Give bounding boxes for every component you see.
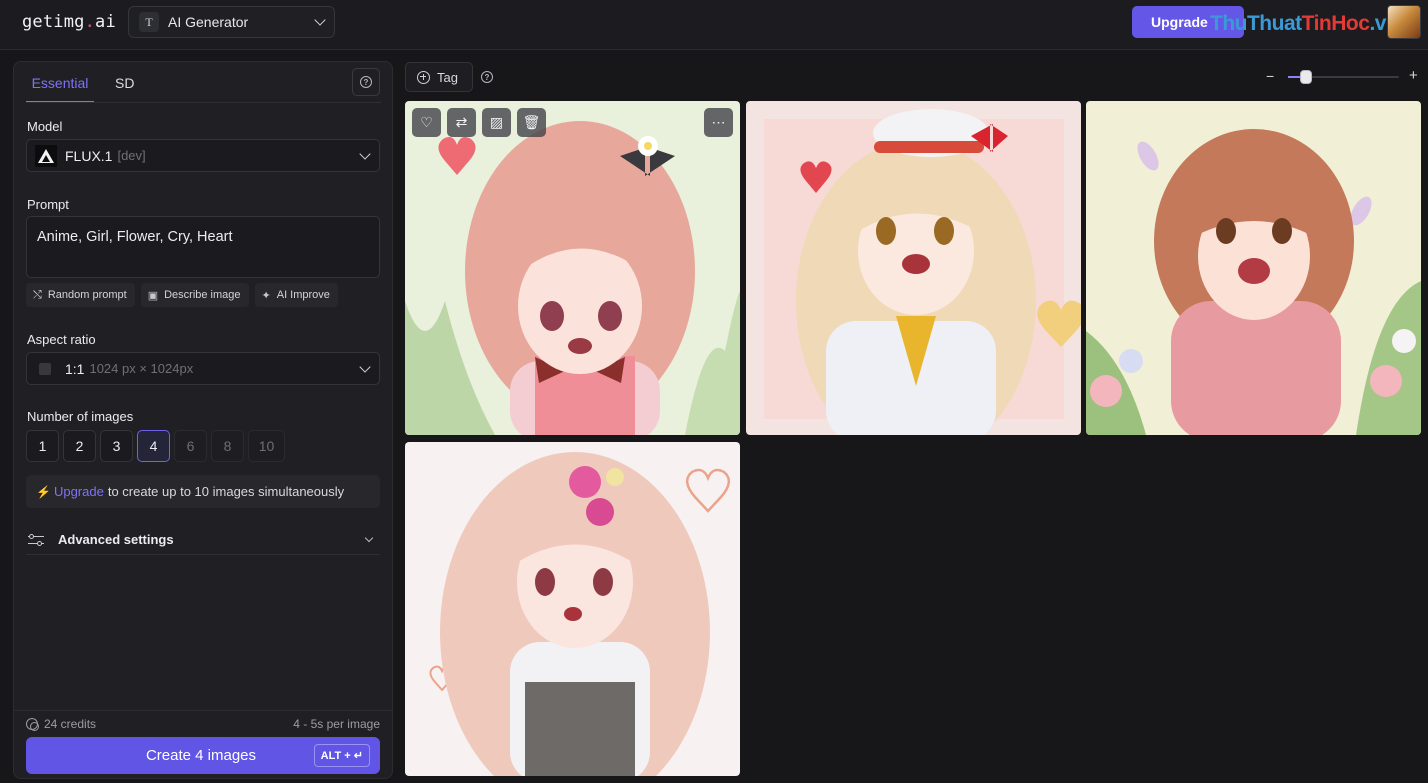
- tab-sd[interactable]: SD: [115, 70, 134, 103]
- logo-tail: ai: [95, 12, 116, 32]
- favorite-heart-icon[interactable]: ♡: [412, 108, 441, 137]
- watermark: ThuThuatTinHoc.vn: [1210, 12, 1399, 36]
- settings-panel: Essential SD ? Model FLUX.1 [dev] Prompt…: [13, 61, 393, 779]
- count-option-10[interactable]: 10: [248, 430, 285, 462]
- more-options-icon[interactable]: ⋯: [704, 108, 733, 137]
- count-option-1[interactable]: 1: [26, 430, 59, 462]
- tag-button[interactable]: Tag: [405, 62, 473, 92]
- count-option-3[interactable]: 3: [100, 430, 133, 462]
- coins-icon: [26, 718, 39, 731]
- trash-icon[interactable]: 🗑: [517, 108, 546, 137]
- sliders-icon: [28, 533, 44, 547]
- shuffle-icon: ⤭: [33, 288, 42, 301]
- credits-info: 24 credits: [26, 717, 96, 731]
- upgrade-link[interactable]: Upgrade: [54, 484, 104, 499]
- ai-improve-label: AI Improve: [276, 289, 330, 301]
- image-tile-1[interactable]: ♡ ⇄ ▨ 🗑 ⋯: [405, 101, 740, 435]
- image-icon: ▣: [147, 289, 159, 302]
- zoom-slider[interactable]: [1288, 70, 1399, 84]
- plus-circle-icon: [417, 70, 430, 84]
- tool-label: AI Generator: [168, 14, 249, 30]
- image-brown-bob-flowers: [1086, 101, 1421, 435]
- logo[interactable]: getimg.ai: [22, 12, 116, 32]
- shortcut-badge: ALT + ↵: [313, 744, 370, 767]
- question-icon: ?: [360, 76, 372, 88]
- model-select[interactable]: FLUX.1 [dev]: [26, 139, 380, 172]
- describe-image-button[interactable]: ▣ Describe image: [140, 283, 249, 307]
- help-button[interactable]: ?: [352, 68, 380, 96]
- image-long-pink-hair-hearts: [405, 442, 740, 776]
- image-tile-4[interactable]: [405, 442, 740, 776]
- image-tile-3[interactable]: [1086, 101, 1421, 435]
- chevron-down-icon: [359, 360, 371, 373]
- number-of-images-label: Number of images: [27, 409, 134, 424]
- model-label: Model: [27, 119, 63, 134]
- count-option-6[interactable]: 6: [174, 430, 207, 462]
- bolt-icon: ⚡: [36, 484, 51, 499]
- zoom-in-button[interactable]: +: [1409, 67, 1418, 84]
- create-images-label: Create 4 images: [145, 747, 257, 764]
- describe-image-label: Describe image: [164, 289, 241, 301]
- flux-logo-icon: [35, 144, 57, 167]
- regenerate-icon[interactable]: ⇄: [447, 108, 476, 137]
- tabs-divider: [26, 102, 381, 103]
- prompt-label: Prompt: [27, 197, 69, 212]
- watermark-part-1: ThuThuat: [1210, 12, 1302, 35]
- random-prompt-button[interactable]: ⤭ Random prompt: [26, 283, 135, 307]
- number-of-images-options: 1 2 3 4 6 8 10: [26, 430, 285, 462]
- zoom-slider-thumb[interactable]: [1299, 70, 1312, 84]
- advanced-settings-toggle[interactable]: Advanced settings: [26, 525, 380, 555]
- count-option-8[interactable]: 8: [211, 430, 244, 462]
- upgrade-note-text: to create up to 10 images simultaneously: [107, 484, 345, 499]
- aspect-ratio-label: Aspect ratio: [27, 332, 96, 347]
- count-option-2[interactable]: 2: [63, 430, 96, 462]
- credits-text: 24 credits: [44, 717, 97, 731]
- model-variant: [dev]: [117, 148, 146, 163]
- question-icon: ?: [481, 71, 493, 83]
- tag-help-icon[interactable]: ?: [481, 71, 493, 83]
- aspect-ratio-size: 1024 px × 1024px: [89, 361, 194, 376]
- advanced-settings-label: Advanced settings: [58, 532, 174, 547]
- watermark-part-2: TinHoc: [1301, 12, 1370, 35]
- image-pink-hair-black-bow: [405, 101, 740, 435]
- ai-improve-button[interactable]: ✦ AI Improve: [254, 283, 338, 307]
- avatar[interactable]: [1387, 5, 1421, 39]
- aspect-ratio-value: 1:1: [65, 360, 85, 377]
- sparkle-icon: ✦: [261, 289, 271, 302]
- image-tile-2[interactable]: [746, 101, 1081, 435]
- panel-tabs: Essential SD: [26, 70, 154, 103]
- square-ratio-icon: [39, 362, 51, 375]
- tool-selector[interactable]: T AI Generator: [128, 6, 335, 38]
- image-actions: ♡ ⇄ ▨ 🗑: [412, 108, 546, 137]
- top-bar: getimg.ai T AI Generator Upgrade ThuThua…: [0, 0, 1428, 50]
- logo-dot: .: [84, 12, 96, 32]
- prompt-input[interactable]: Anime, Girl, Flower, Cry, Heart: [26, 216, 380, 278]
- text-tool-icon: T: [139, 12, 159, 32]
- chevron-down-icon: [359, 147, 371, 160]
- bottom-divider: [14, 710, 392, 711]
- time-per-image: 4 - 5s per image: [293, 717, 380, 731]
- aspect-ratio-select[interactable]: 1:1 1024 px × 1024px: [26, 352, 380, 385]
- image-edit-icon[interactable]: ▨: [482, 108, 511, 137]
- create-images-button[interactable]: Create 4 images ALT + ↵: [26, 737, 380, 774]
- model-name: FLUX.1: [65, 147, 113, 164]
- count-option-4[interactable]: 4: [137, 430, 170, 462]
- random-prompt-label: Random prompt: [47, 289, 127, 301]
- tab-essential[interactable]: Essential: [26, 70, 94, 103]
- prompt-actions: ⤭ Random prompt ▣ Describe image ✦ AI Im…: [26, 283, 338, 307]
- tag-label: Tag: [437, 69, 458, 85]
- upgrade-note: ⚡ Upgrade to create up to 10 images simu…: [26, 475, 380, 508]
- chevron-down-icon: [364, 533, 374, 543]
- image-blonde-sailor-hat: [746, 101, 1081, 435]
- logo-main: getimg: [22, 12, 85, 32]
- chevron-down-icon: [314, 14, 326, 26]
- zoom-out-button[interactable]: −: [1266, 68, 1274, 84]
